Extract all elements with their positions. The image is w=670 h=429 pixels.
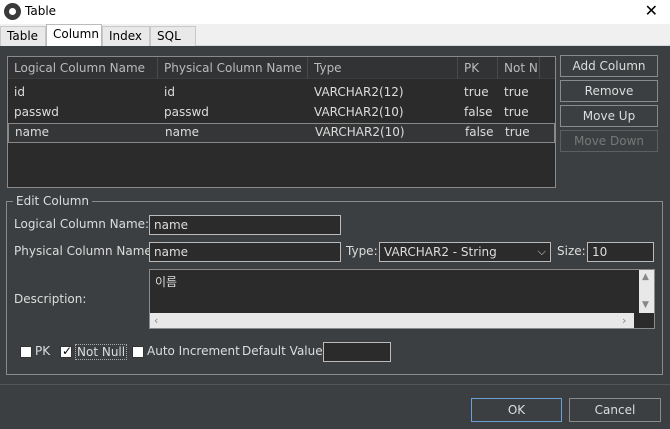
close-icon[interactable]: ✕	[645, 2, 658, 20]
scroll-up-icon[interactable]: ▲	[642, 272, 649, 282]
cancel-button[interactable]: Cancel	[569, 398, 661, 422]
table-row[interactable]: passwd passwd VARCHAR2(10) false true	[8, 103, 555, 123]
column-panel: Logical Column Name Physical Column Name…	[0, 46, 670, 384]
ok-button[interactable]: OK	[471, 398, 562, 422]
remove-column-button[interactable]: Remove Column	[560, 80, 658, 118]
cell-not-null: true	[505, 125, 530, 139]
chevron-down-icon: ⌵	[537, 245, 546, 258]
type-label: Type:	[346, 244, 378, 258]
header-type[interactable]: Type	[308, 57, 458, 79]
horizontal-scrollbar[interactable]: ‹ ›	[150, 313, 634, 328]
table-row[interactable]: id id VARCHAR2(12) true true	[8, 83, 555, 103]
physical-name-input[interactable]	[149, 242, 341, 262]
size-label: Size:	[557, 244, 586, 258]
check-icon: ✓	[62, 344, 73, 358]
move-up-button[interactable]: Move Up	[560, 105, 658, 127]
edit-column-legend: Edit Column	[13, 194, 93, 208]
cell-type: VARCHAR2(10)	[315, 125, 405, 139]
description-label: Description:	[14, 292, 87, 306]
not-null-label: Not Null	[75, 344, 128, 360]
size-input[interactable]	[587, 242, 654, 262]
vertical-scrollbar[interactable]: ▲ ▼	[639, 270, 654, 313]
cell-not-null: true	[504, 85, 529, 99]
edit-column-group: Edit Column Logical Column Name: Physica…	[6, 194, 663, 375]
cell-logical: name	[15, 125, 50, 139]
logical-name-label: Logical Column Name:	[14, 217, 150, 231]
app-icon	[4, 3, 21, 20]
cell-pk: false	[464, 105, 493, 119]
pk-label: PK	[35, 344, 51, 358]
cell-physical: id	[164, 85, 175, 99]
tab-column[interactable]: Column	[46, 24, 102, 47]
scroll-down-icon[interactable]: ▼	[642, 300, 649, 310]
add-column-button[interactable]: Add Column	[560, 55, 658, 77]
default-value-input[interactable]	[323, 342, 391, 362]
cell-type: VARCHAR2(10)	[314, 105, 404, 119]
physical-name-label: Physical Column Name:	[14, 244, 156, 258]
dialog-footer: OK Cancel	[0, 384, 670, 429]
table-row-selected[interactable]: name name VARCHAR2(10) false true	[8, 123, 555, 143]
logical-name-input[interactable]	[149, 215, 341, 235]
auto-increment-checkbox[interactable]	[132, 346, 144, 358]
cell-physical: passwd	[164, 105, 209, 119]
pk-checkbox[interactable]	[20, 346, 32, 358]
description-text: 이름	[155, 275, 178, 289]
title-bar: Table ✕	[0, 0, 670, 24]
header-pk[interactable]: PK	[458, 57, 498, 79]
tab-index[interactable]: Index	[102, 26, 150, 46]
header-logical[interactable]: Logical Column Name	[8, 57, 158, 79]
description-textarea[interactable]: 이름 ▲ ▼ ‹ ›	[149, 269, 655, 329]
cell-pk: true	[464, 85, 489, 99]
columns-table: Logical Column Name Physical Column Name…	[7, 56, 556, 188]
header-physical[interactable]: Physical Column Name	[158, 57, 308, 79]
cell-type: VARCHAR2(12)	[314, 85, 404, 99]
default-value-label: Default Value:	[242, 344, 327, 358]
tab-sql[interactable]: SQL	[150, 26, 196, 46]
cell-physical: name	[165, 125, 200, 139]
header-not-null[interactable]: Not N	[498, 57, 540, 79]
type-select[interactable]: VARCHAR2 - String ⌵	[379, 242, 551, 262]
scroll-left-icon[interactable]: ‹	[154, 314, 158, 327]
window-title: Table	[25, 4, 57, 18]
cell-not-null: true	[504, 105, 529, 119]
cell-logical: passwd	[14, 105, 59, 119]
table-header: Logical Column Name Physical Column Name…	[8, 57, 555, 79]
move-down-button[interactable]: Move Down	[560, 130, 658, 152]
tab-table[interactable]: Table	[0, 26, 46, 46]
scroll-right-icon[interactable]: ›	[622, 314, 626, 327]
tab-bar: Table Column Index SQL	[0, 24, 670, 47]
not-null-checkbox[interactable]: ✓	[60, 344, 73, 358]
cell-pk: false	[465, 125, 494, 139]
auto-increment-label: Auto Increment	[147, 344, 240, 358]
cell-logical: id	[14, 85, 25, 99]
type-select-value: VARCHAR2 - String	[384, 245, 497, 259]
